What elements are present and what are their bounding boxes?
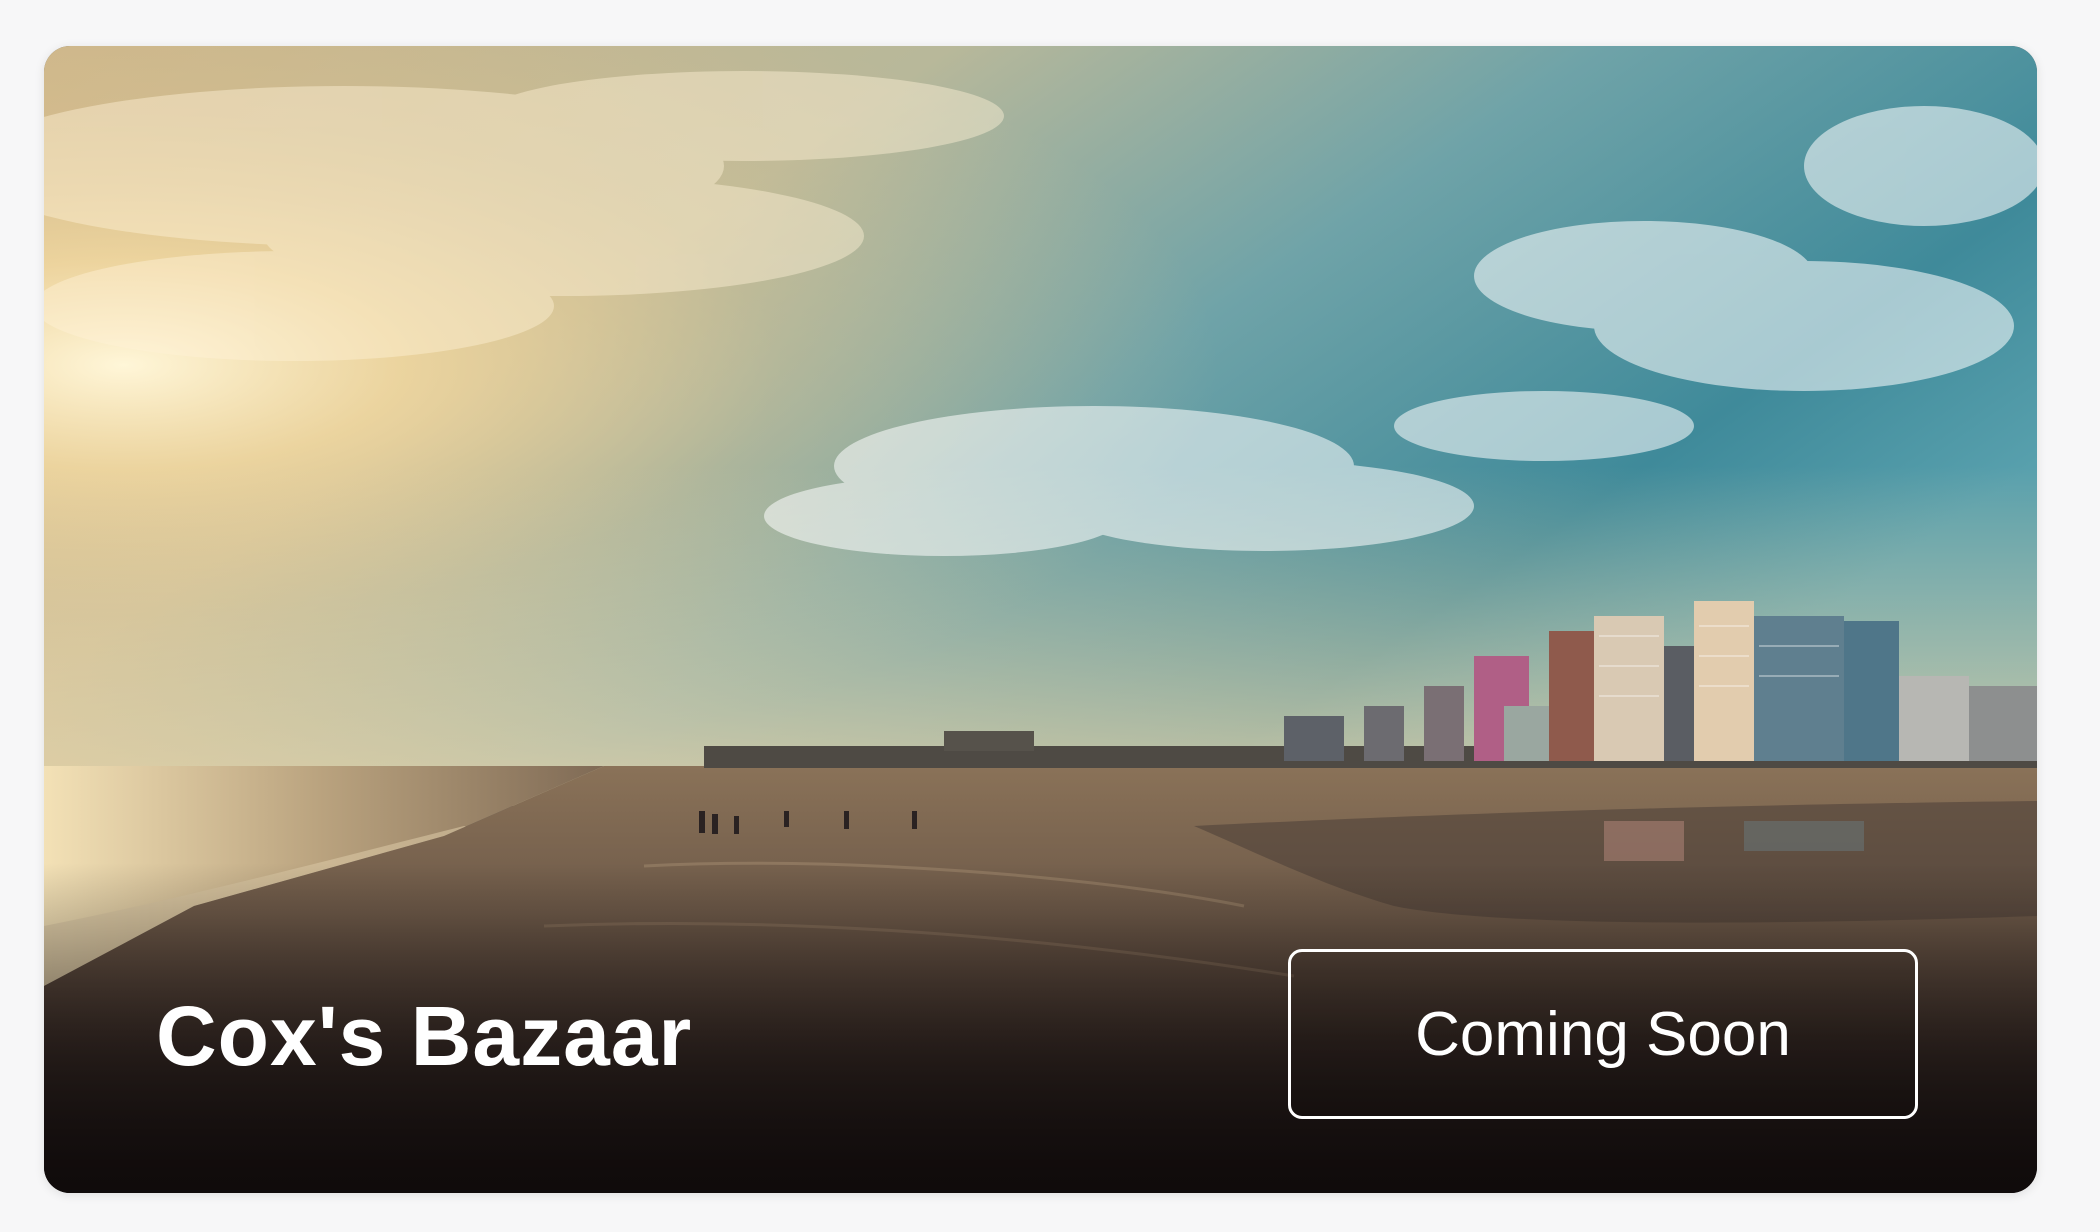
- destination-title: Cox's Bazaar: [156, 989, 693, 1083]
- coming-soon-button[interactable]: Coming Soon: [1288, 949, 1918, 1119]
- destination-card[interactable]: Cox's Bazaar Coming Soon: [44, 46, 2037, 1193]
